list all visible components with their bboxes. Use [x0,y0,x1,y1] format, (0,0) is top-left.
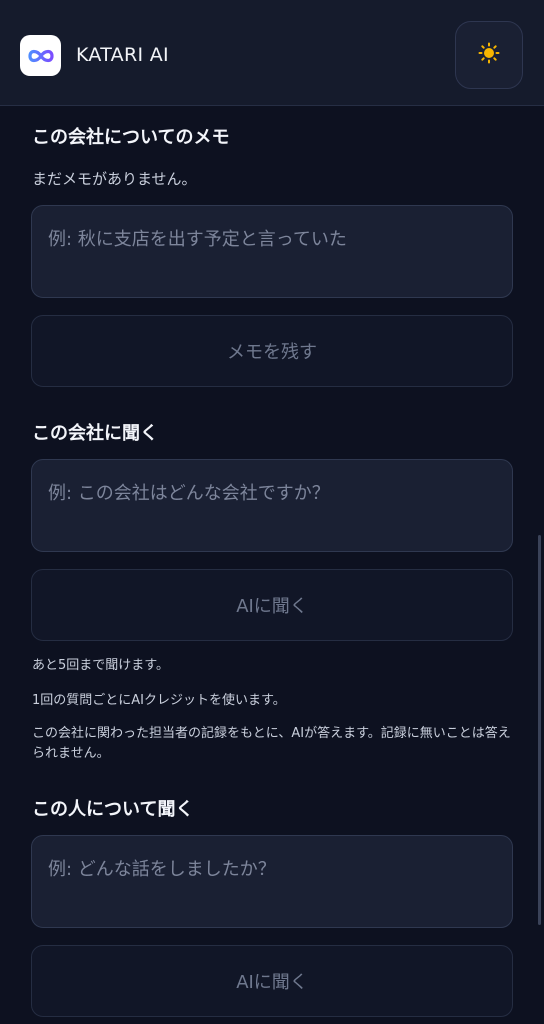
app-header: KATARI AI [0,0,544,106]
memo-empty-text: まだメモがありません。 [32,170,197,188]
ask-person-heading: この人について聞く [32,799,194,820]
remaining-questions-text: あと5回まで聞けます。 [32,658,169,673]
ask-company-heading: この会社に聞く [32,423,158,444]
ask-company-input[interactable]: 例: この会社はどんな会社ですか？ [31,459,513,552]
theme-toggle-button[interactable] [455,21,523,89]
credit-usage-text: 1回の質問ごとにAIクレジットを使います。 [32,693,286,708]
ask-person-button[interactable]: AIに聞く [31,945,513,1017]
ask-company-button[interactable]: AIに聞く [31,569,513,641]
main-content: この会社についてのメモ まだメモがありません。 例: 秋に支店を出す予定と言って… [0,106,544,1024]
infinity-logo-icon[interactable] [20,35,61,76]
scrollbar[interactable] [538,535,541,925]
ask-person-input[interactable]: 例: どんな話をしましたか？ [31,835,513,928]
app-title: KATARI AI [76,44,169,66]
save-memo-button[interactable]: メモを残す [31,315,513,387]
sun-icon [478,42,500,68]
memo-heading: この会社についてのメモ [32,127,230,148]
memo-input[interactable]: 例: 秋に支店を出す予定と言っていた [31,205,513,298]
ask-company-info-text: この会社に関わった担当者の記録をもとに、AIが答えます。記録に無いことは答えられ… [32,726,511,761]
